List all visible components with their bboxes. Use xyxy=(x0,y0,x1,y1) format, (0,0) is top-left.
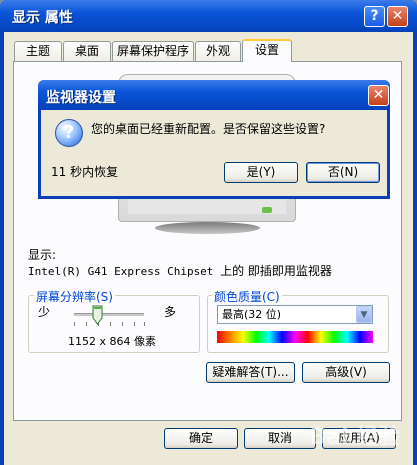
slider-tick xyxy=(86,322,87,326)
display-device-name: Intel(R) G41 Express Chipset 上的 即插即用监视器 xyxy=(28,262,332,279)
tab-themes[interactable]: 主题 xyxy=(14,41,62,61)
resolution-slider-track[interactable] xyxy=(74,313,144,316)
display-adapter: Intel(R) G41 Express Chipset xyxy=(28,265,214,278)
troubleshoot-button[interactable]: 疑难解答(T)... xyxy=(206,362,295,383)
dialog-title: 监视器设置 xyxy=(46,90,116,106)
slider-tick xyxy=(122,322,123,326)
question-icon: ? xyxy=(55,119,83,147)
dialog-message: 您的桌面已经重新配置。是否保留这些设置? xyxy=(91,122,326,136)
color-quality-select[interactable]: 最高(32 位) xyxy=(217,305,373,324)
tab-settings[interactable]: 设置 xyxy=(242,39,292,62)
monitor-power-led xyxy=(262,207,272,213)
slider-tick xyxy=(110,322,111,326)
resolution-value: 1152 x 864 像素 xyxy=(68,335,156,348)
resolution-less-label: 少 xyxy=(38,305,51,319)
color-quality-group-title: 颜色质量(C) xyxy=(212,288,282,305)
yes-button[interactable]: 是(Y) xyxy=(224,162,298,183)
advanced-button[interactable]: 高级(V) xyxy=(302,362,390,383)
help-button[interactable]: ? xyxy=(364,6,385,27)
window-title: 显示 属性 xyxy=(12,10,73,26)
display-label: 显示: xyxy=(28,248,57,262)
tab-appearance[interactable]: 外观 xyxy=(195,41,241,61)
ok-button[interactable]: 确定 xyxy=(164,428,238,449)
resolution-more-label: 多 xyxy=(164,305,177,319)
monitor-settings-dialog: 监视器设置 ✕ ? 您的桌面已经重新配置。是否保留这些设置? 11 秒内恢复 是… xyxy=(38,80,390,199)
display-monitor: 上的 即插即用监视器 xyxy=(220,264,332,278)
no-button[interactable]: 否(N) xyxy=(306,162,380,183)
close-icon: ✕ xyxy=(372,87,385,103)
dialog-body: ? 您的桌面已经重新配置。是否保留这些设置? 11 秒内恢复 是(Y) 否(N) xyxy=(41,110,387,196)
slider-tick xyxy=(74,322,75,326)
color-spectrum-bar xyxy=(217,331,373,343)
revert-countdown: 11 秒内恢复 xyxy=(51,165,119,179)
dialog-close-button[interactable]: ✕ xyxy=(368,85,389,106)
watermark: Bai 经验 xyxy=(309,425,401,450)
chevron-down-icon[interactable]: ▼ xyxy=(356,306,372,323)
resolution-slider-thumb[interactable] xyxy=(92,305,103,325)
help-icon: ? xyxy=(370,8,379,24)
monitor-stand xyxy=(155,222,260,234)
close-button[interactable]: ✕ xyxy=(387,6,408,27)
slider-tick xyxy=(134,322,135,326)
tab-screensaver[interactable]: 屏幕保护程序 xyxy=(112,41,194,61)
close-icon: ✕ xyxy=(391,8,404,24)
slider-tick xyxy=(144,322,145,326)
tab-desktop[interactable]: 桌面 xyxy=(63,41,111,61)
